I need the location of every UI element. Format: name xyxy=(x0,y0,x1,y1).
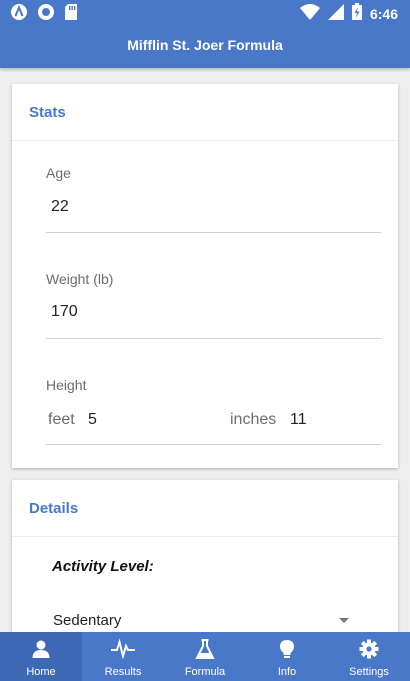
height-underline xyxy=(46,444,381,445)
app-a-icon xyxy=(10,3,28,26)
lightbulb-icon xyxy=(279,638,295,660)
tab-info[interactable]: Info xyxy=(246,632,328,681)
pulse-icon xyxy=(111,638,135,660)
record-icon xyxy=(37,3,55,26)
age-label: Age xyxy=(46,165,71,181)
person-icon xyxy=(31,638,51,660)
age-input[interactable]: 22 xyxy=(51,198,69,216)
tab-settings[interactable]: Settings xyxy=(328,632,410,681)
app-header: Mifflin St. Joer Formula xyxy=(0,24,410,68)
tab-results[interactable]: Results xyxy=(82,632,164,681)
bottom-tab-bar: Home Results Formula Info Settings xyxy=(0,632,410,681)
status-time: 6:46 xyxy=(369,6,398,22)
weight-underline xyxy=(46,338,381,339)
tab-home-label: Home xyxy=(26,666,56,678)
weight-input[interactable]: 170 xyxy=(51,303,78,321)
tab-formula[interactable]: Formula xyxy=(164,632,246,681)
tab-settings-label: Settings xyxy=(349,666,389,678)
feet-label: feet xyxy=(48,411,75,428)
tab-results-label: Results xyxy=(104,666,142,678)
height-label: Height xyxy=(46,377,87,393)
flask-icon xyxy=(195,638,215,660)
stats-card-title: Stats xyxy=(12,84,398,141)
wifi-icon xyxy=(299,3,320,25)
tab-info-label: Info xyxy=(277,666,297,678)
inches-input[interactable]: 11 xyxy=(290,411,307,429)
battery-charging-icon xyxy=(351,3,362,25)
tab-home[interactable]: Home xyxy=(0,632,82,681)
dropdown-arrow-icon[interactable] xyxy=(339,618,349,623)
details-card-title: Details xyxy=(12,480,398,537)
activity-level-select[interactable]: Sedentary xyxy=(53,612,121,629)
weight-label: Weight (lb) xyxy=(46,271,114,287)
status-bar: 6:46 xyxy=(0,0,410,24)
activity-level-label: Activity Level: xyxy=(52,558,154,575)
gear-icon xyxy=(359,638,379,660)
status-bar-left xyxy=(10,3,78,26)
sd-card-icon xyxy=(64,3,78,26)
inches-label: inches xyxy=(230,411,277,428)
age-underline xyxy=(46,232,381,233)
tab-formula-label: Formula xyxy=(184,666,226,678)
status-bar-right: 6:46 xyxy=(299,3,398,25)
stats-card: Stats Age 22 Weight (lb) 170 Height feet… xyxy=(12,84,398,468)
signal-icon xyxy=(327,3,344,25)
feet-input[interactable]: 5 xyxy=(88,411,97,429)
page-title: Mifflin St. Joer Formula xyxy=(127,37,283,53)
